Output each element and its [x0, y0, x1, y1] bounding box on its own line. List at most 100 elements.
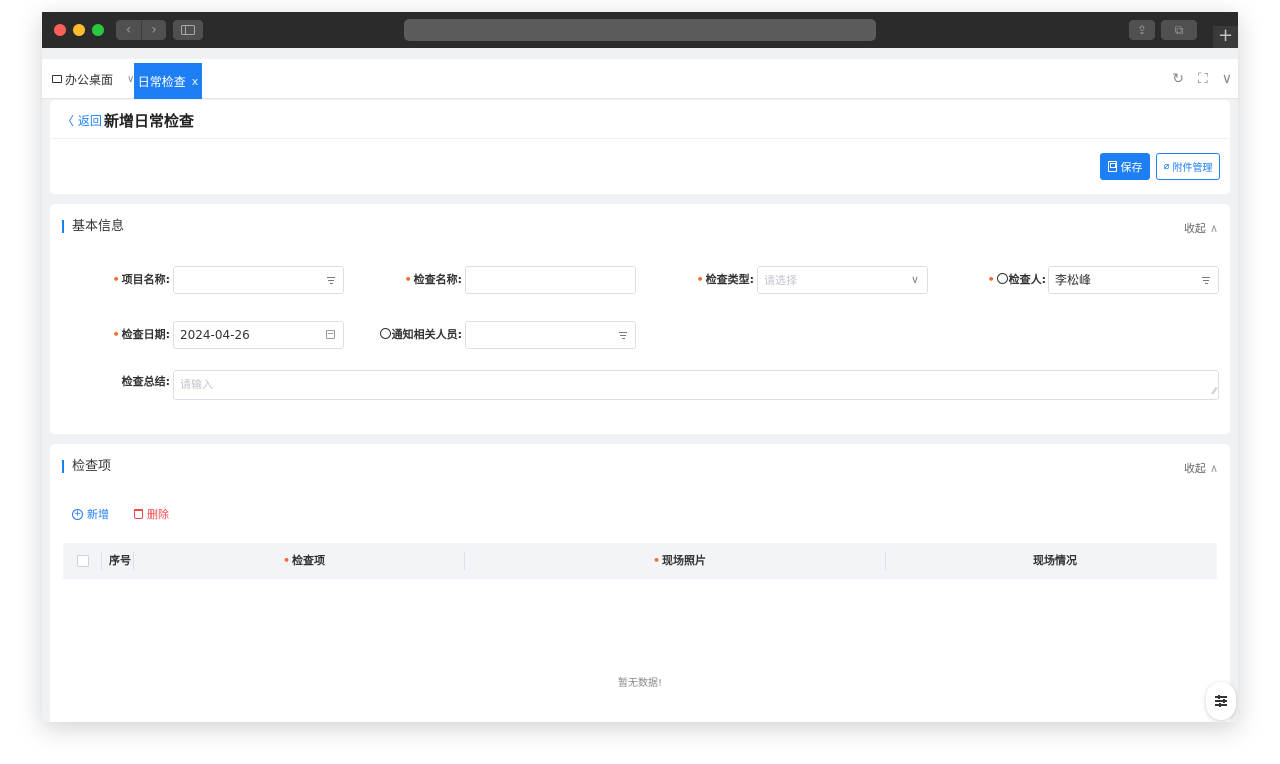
label-text: 检查总结: — [121, 375, 170, 388]
tab-daily-inspection[interactable]: 日常检查 x — [134, 63, 202, 99]
forward-arrow-icon[interactable]: › — [141, 20, 166, 40]
add-item-button[interactable]: + 新增 — [72, 506, 109, 522]
required-mark: • — [283, 554, 291, 567]
column-separator — [101, 552, 102, 570]
sidebar-toggle-button[interactable] — [173, 20, 203, 40]
required-mark: • — [987, 273, 995, 286]
chevron-down-icon[interactable]: ∨ — [1222, 71, 1232, 87]
column-separator — [885, 552, 886, 570]
fullscreen-icon[interactable]: ⛶ — [1198, 71, 1208, 87]
maximize-window-button[interactable] — [92, 24, 104, 36]
app-tab-bar: 办公桌面 ∨ 日常检查 x ↻ ⛶ ∨ — [42, 59, 1238, 99]
attachment-manage-label: 附件管理 — [1172, 163, 1213, 174]
column-header-photo: • 现场照片 — [653, 543, 706, 579]
tab-daily-inspection-label: 日常检查 — [137, 74, 186, 89]
notify-people-select[interactable] — [465, 321, 636, 349]
plus-circle-icon: + — [72, 508, 83, 520]
sidebar-icon — [181, 25, 195, 35]
table-header: 序号 • 检查项 • 现场照片 现场情况 — [63, 543, 1217, 579]
inspection-items-section: 检查项 收起 ∧ + 新增 删除 序号 • 检查项 • 现场照片 现场情况 暂无数据! — [50, 444, 1230, 722]
page-title: 新增日常检查 — [104, 112, 195, 130]
resize-handle-icon[interactable]: ⁄⁄ — [1213, 388, 1216, 397]
label-text: 检查人: — [1008, 273, 1046, 286]
placeholder: 请输入 — [180, 378, 213, 391]
column-header-item: • 检查项 — [283, 543, 325, 579]
delete-item-button[interactable]: 删除 — [134, 506, 169, 522]
inspection-name-input[interactable] — [465, 266, 636, 294]
inspector-label: • 检查人: — [950, 266, 1046, 294]
collapse-toggle[interactable]: 收起 ∧ — [1184, 460, 1218, 476]
summary-textarea[interactable]: 请输入 ⁄⁄ — [173, 370, 1219, 400]
required-mark: • — [696, 273, 704, 286]
calendar-icon — [326, 330, 335, 339]
delete-item-label: 删除 — [147, 508, 169, 521]
header-divider — [50, 138, 1230, 139]
empty-state: 暂无数据! — [617, 678, 662, 689]
refresh-icon[interactable]: ↻ — [1172, 71, 1184, 87]
required-mark: • — [404, 273, 412, 286]
date-value: 2024-04-26 — [180, 328, 250, 342]
column-header-label: 现场照片 — [662, 554, 707, 567]
tabs-icon: ⧉ — [1174, 22, 1184, 37]
inspection-type-label: • 检查类型: — [660, 266, 754, 294]
paperclip-icon: ⌀ — [1163, 161, 1170, 172]
close-window-button[interactable] — [54, 24, 66, 36]
save-button[interactable]: 保存 — [1100, 153, 1150, 180]
tab-tools: ↻ ⛶ ∨ — [1172, 59, 1232, 99]
tab-home-label: 办公桌面 — [65, 72, 114, 87]
collapse-toggle[interactable]: 收起 ∧ — [1184, 220, 1218, 236]
add-item-label: 新增 — [87, 508, 109, 521]
project-name-select[interactable] — [173, 266, 344, 294]
summary-label: 检查总结: — [90, 368, 170, 396]
inspector-value: 李松峰 — [1055, 273, 1092, 287]
history-nav: ‹ › — [116, 20, 166, 40]
inspector-select[interactable]: 李松峰 — [1048, 266, 1219, 294]
section-title: 检查项 — [62, 460, 111, 473]
label-text: 检查类型: — [705, 273, 754, 286]
filter-icon — [1202, 277, 1210, 284]
minimize-window-button[interactable] — [73, 24, 85, 36]
inspection-type-select[interactable]: 请选择 ∨ — [757, 266, 928, 294]
share-button[interactable]: ⇪ — [1129, 20, 1155, 40]
label-text: 检查日期: — [121, 328, 170, 341]
required-mark: • — [653, 554, 661, 567]
close-tab-icon[interactable]: x — [192, 75, 199, 88]
required-mark: • — [112, 273, 120, 286]
share-icon: ⇪ — [1136, 23, 1148, 37]
required-mark: • — [112, 328, 120, 341]
save-icon — [1107, 161, 1117, 172]
chevron-up-icon: ∧ — [1209, 462, 1218, 475]
column-separator — [464, 552, 465, 570]
back-arrow-icon[interactable]: ‹ — [116, 20, 141, 40]
save-button-label: 保存 — [1120, 160, 1143, 174]
new-tab-button[interactable]: + — [1213, 26, 1238, 48]
column-header-condition: 现场情况 — [1033, 554, 1077, 567]
page-header: 〈 返回 新增日常检查 保存 ⌀ 附件管理 — [50, 100, 1230, 194]
column-separator — [133, 552, 134, 570]
label-text: 项目名称: — [121, 273, 170, 286]
back-link[interactable]: 〈 返回 — [62, 112, 102, 129]
address-bar[interactable] — [404, 19, 876, 41]
sliders-icon — [1215, 694, 1227, 707]
chevron-up-icon: ∧ — [1209, 222, 1218, 235]
select-all-checkbox[interactable] — [77, 555, 89, 567]
column-settings-button[interactable] — [1206, 682, 1236, 720]
browser-window: ‹ › ⇪ ⧉ + 办公桌面 ∨ 日常检查 x ↻ ⛶ ∨ 〈 返回 新增日常检… — [42, 12, 1238, 722]
inspection-date-picker[interactable]: 2024-04-26 — [173, 321, 344, 349]
help-icon[interactable] — [996, 273, 1008, 284]
column-header-index: 序号 — [109, 554, 131, 567]
attachment-manage-button[interactable]: ⌀ 附件管理 — [1156, 153, 1220, 180]
trash-icon — [134, 509, 143, 519]
placeholder: 请选择 — [764, 274, 797, 287]
section-title: 基本信息 — [62, 220, 124, 233]
tab-home[interactable]: 办公桌面 ∨ — [52, 59, 134, 99]
label-text: 检查名称: — [413, 273, 462, 286]
chevron-down-icon: ∨ — [910, 273, 919, 286]
inspection-name-label: • 检查名称: — [370, 266, 462, 294]
project-name-label: • 项目名称: — [90, 266, 170, 294]
title-bar: ‹ › ⇪ ⧉ — [42, 12, 1238, 48]
tab-overview-button[interactable]: ⧉ — [1161, 20, 1197, 40]
filter-icon — [327, 277, 335, 284]
help-icon[interactable] — [379, 328, 391, 339]
notify-people-label: 通知相关人员: — [360, 321, 462, 349]
